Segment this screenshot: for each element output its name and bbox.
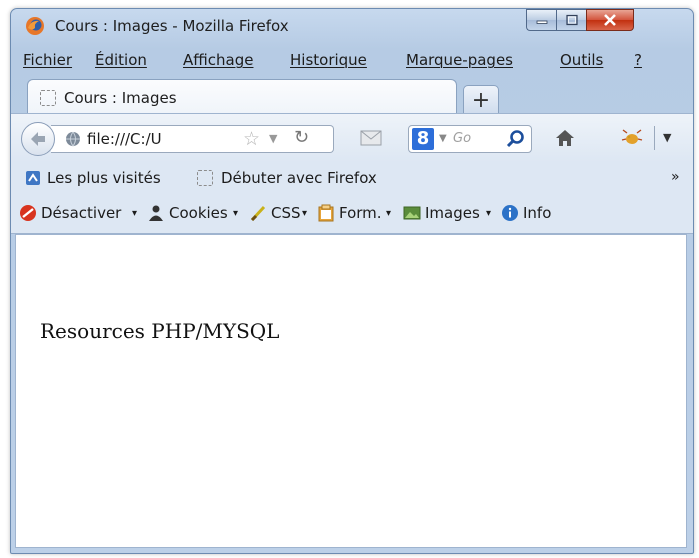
firebug-icon[interactable] — [619, 127, 645, 149]
menu-edition[interactable]: Édition — [95, 51, 147, 69]
search-icon[interactable] — [506, 129, 526, 149]
menu-fichier[interactable]: Fichier — [23, 51, 72, 69]
bookmark-star-icon[interactable]: ☆ — [243, 128, 260, 150]
bookmarks-overflow-chevron[interactable]: » — [671, 169, 680, 185]
menu-help[interactable]: ? — [634, 51, 642, 69]
url-bar[interactable]: file:///C:/U ☆ ▼ ↻ — [51, 125, 334, 153]
reload-icon[interactable]: ↻ — [294, 127, 309, 148]
minimize-button[interactable] — [526, 9, 556, 31]
menu-bar: Fichier Édition Affichage Historique Mar… — [11, 47, 693, 73]
bookmark-les-plus-visites[interactable]: Les plus visités — [47, 169, 161, 187]
disable-icon — [20, 205, 36, 221]
info-icon — [502, 205, 518, 221]
close-icon — [604, 14, 616, 26]
page-content: Resources PHP/MYSQL — [15, 234, 687, 548]
page-favicon-icon — [40, 90, 56, 106]
bookmarks-toolbar: Les plus visités Débuter avec Firefox » — [11, 161, 693, 195]
cookies-icon — [149, 205, 163, 221]
dev-menu-form[interactable]: Form. — [339, 204, 382, 222]
minimize-icon — [536, 20, 547, 24]
dev-menu-cookies[interactable]: Cookies — [169, 204, 228, 222]
back-arrow-icon — [31, 132, 45, 146]
history-dropdown-icon[interactable]: ▼ — [269, 132, 277, 145]
menu-historique[interactable]: Historique — [290, 51, 367, 69]
search-engine-icon[interactable]: 8 — [412, 128, 434, 150]
dropdown-arrow-icon[interactable]: ▾ — [132, 208, 137, 219]
firefox-icon — [26, 17, 44, 35]
url-text[interactable]: file:///C:/U — [87, 130, 162, 148]
tab-label: Cours : Images — [64, 89, 177, 107]
menu-affichage[interactable]: Affichage — [183, 51, 253, 69]
title-bar: Cours : Images - Mozilla Firefox — [11, 9, 693, 41]
dev-menu-css[interactable]: CSS — [271, 204, 301, 222]
most-visited-icon — [26, 171, 40, 185]
globe-icon — [66, 131, 80, 147]
images-icon — [403, 206, 421, 220]
new-tab-button[interactable]: + — [463, 85, 499, 115]
navigation-bar: file:///C:/U ☆ ▼ ↻ 8 ▼ Go ▼ — [11, 113, 693, 162]
web-developer-toolbar: Désactiver ▾ Cookies ▾ CSS ▾ Form. ▾ Ima… — [11, 195, 693, 234]
page-heading-text: Resources PHP/MYSQL — [40, 319, 280, 343]
toolbar-separator — [654, 126, 655, 150]
page-favicon-icon — [197, 170, 213, 186]
home-icon[interactable] — [553, 127, 577, 149]
tab-strip: Cours : Images + — [11, 75, 693, 119]
css-wand-icon — [250, 205, 266, 222]
back-button[interactable] — [21, 122, 55, 156]
menu-outils[interactable]: Outils — [560, 51, 603, 69]
dev-menu-images[interactable]: Images — [425, 204, 480, 222]
dropdown-arrow-icon[interactable]: ▾ — [233, 208, 238, 219]
dropdown-arrow-icon[interactable]: ▾ — [302, 208, 307, 219]
form-clipboard-icon — [318, 204, 334, 222]
toolbar-menu-dropdown-icon[interactable]: ▼ — [663, 131, 671, 144]
bookmark-debuter-avec-firefox[interactable]: Débuter avec Firefox — [221, 169, 377, 187]
maximize-button[interactable] — [556, 9, 586, 31]
search-bar[interactable]: 8 ▼ Go — [408, 125, 532, 153]
dev-menu-desactiver[interactable]: Désactiver — [41, 204, 121, 222]
mail-icon[interactable] — [359, 127, 383, 149]
browser-window: Cours : Images - Mozilla Firefox Fichier… — [10, 8, 694, 554]
dev-menu-info[interactable]: Info — [523, 204, 551, 222]
menu-marque-pages[interactable]: Marque-pages — [406, 51, 513, 69]
search-engine-dropdown-icon[interactable]: ▼ — [439, 133, 447, 144]
search-placeholder: Go — [453, 131, 472, 146]
close-window-button[interactable] — [586, 9, 634, 31]
dropdown-arrow-icon[interactable]: ▾ — [486, 208, 491, 219]
window-title: Cours : Images - Mozilla Firefox — [55, 17, 289, 35]
dropdown-arrow-icon[interactable]: ▾ — [386, 208, 391, 219]
maximize-icon — [565, 14, 578, 26]
